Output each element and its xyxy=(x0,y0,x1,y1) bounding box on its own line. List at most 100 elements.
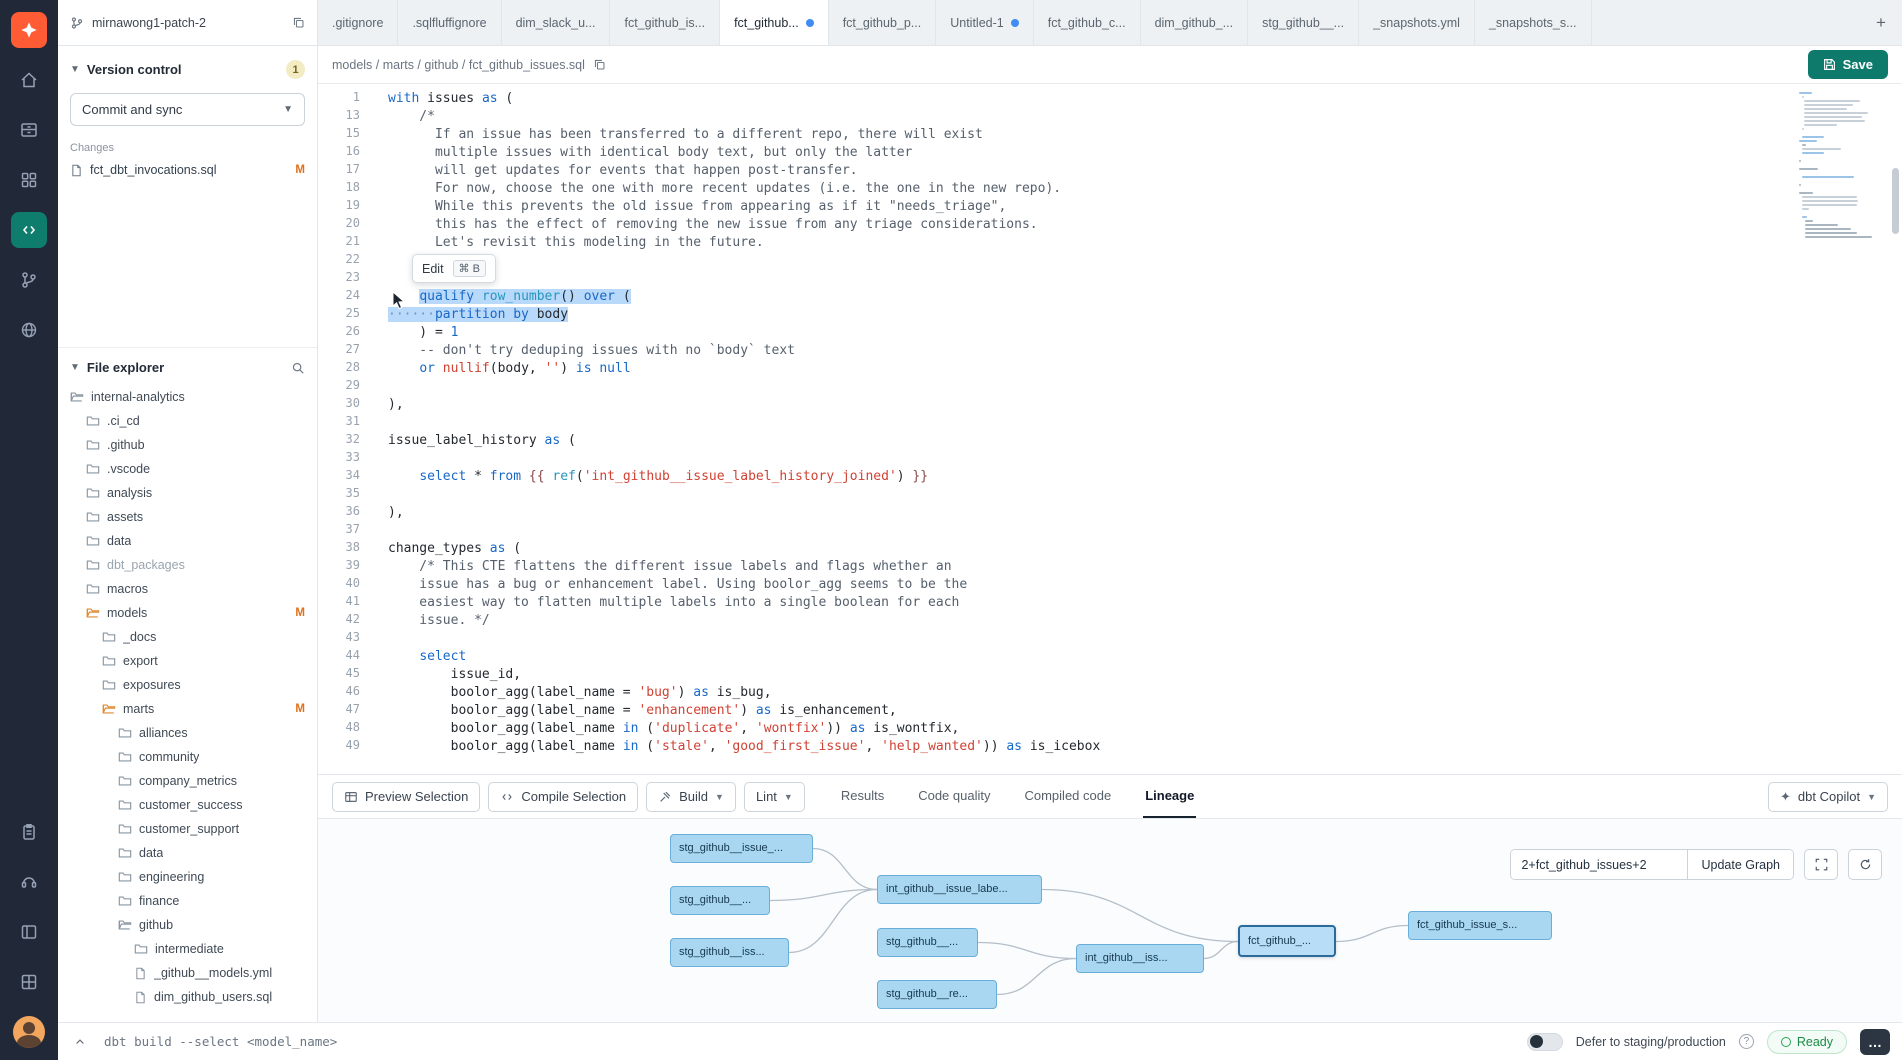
edit-context-popup[interactable]: Edit ⌘ B xyxy=(412,254,496,283)
refresh-button[interactable] xyxy=(1848,849,1882,880)
lineage-node[interactable]: int_github__iss... xyxy=(1076,944,1204,973)
file-tree-item[interactable]: _docs xyxy=(58,625,317,649)
file-tree-item[interactable]: github xyxy=(58,913,317,937)
code-line[interactable] xyxy=(388,450,1793,468)
code-line[interactable]: issue has a bug or enhancement label. Us… xyxy=(388,576,1793,594)
code-line[interactable]: /* This CTE flattens the different issue… xyxy=(388,558,1793,576)
code-line[interactable] xyxy=(388,270,1793,288)
editor-tab[interactable]: fct_github... xyxy=(720,0,829,45)
editor-tab[interactable]: _snapshots_s... xyxy=(1475,0,1592,45)
lineage-node[interactable]: stg_github__issue_... xyxy=(670,834,813,863)
lineage-node[interactable]: int_github__issue_labe... xyxy=(877,875,1042,904)
compile-selection-button[interactable]: Compile Selection xyxy=(488,782,638,812)
code-line[interactable] xyxy=(388,378,1793,396)
expand-command-bar-button[interactable] xyxy=(68,1030,92,1054)
file-tree-item[interactable]: assets xyxy=(58,505,317,529)
file-tree-item[interactable]: data xyxy=(58,841,317,865)
lint-button[interactable]: Lint ▼ xyxy=(744,782,805,812)
search-icon[interactable] xyxy=(291,361,305,375)
code-line[interactable]: this has the effect of removing the new … xyxy=(388,216,1793,234)
update-graph-button[interactable]: Update Graph xyxy=(1687,850,1793,879)
support-icon[interactable] xyxy=(11,864,47,900)
library-icon[interactable] xyxy=(11,964,47,1000)
result-tab-lineage[interactable]: Lineage xyxy=(1143,775,1196,818)
code-line[interactable]: issue_id, xyxy=(388,666,1793,684)
code-line[interactable]: ) = 1 xyxy=(388,324,1793,342)
code-line[interactable]: While this prevents the old issue from a… xyxy=(388,198,1793,216)
code-line[interactable] xyxy=(388,522,1793,540)
editor-tab[interactable]: dim_slack_u... xyxy=(502,0,611,45)
file-tree-item[interactable]: finance xyxy=(58,889,317,913)
file-tree-item[interactable]: macros xyxy=(58,577,317,601)
lineage-node[interactable]: fct_github_issue_s... xyxy=(1408,911,1552,940)
lineage-node[interactable]: fct_github_... xyxy=(1238,925,1336,957)
code-line[interactable]: ······partition by body xyxy=(388,306,1793,324)
build-button[interactable]: Build ▼ xyxy=(646,782,736,812)
editor-minimap[interactable] xyxy=(1793,84,1889,774)
dbt-logo[interactable] xyxy=(11,12,47,48)
file-tree-item[interactable]: .github xyxy=(58,433,317,457)
apps-icon[interactable] xyxy=(11,162,47,198)
file-tree-item[interactable]: customer_success xyxy=(58,793,317,817)
file-tree-item[interactable]: data xyxy=(58,529,317,553)
preview-selection-button[interactable]: Preview Selection xyxy=(332,782,480,812)
notes-icon[interactable] xyxy=(11,814,47,850)
code-line[interactable]: or nullif(body, '') is null xyxy=(388,360,1793,378)
file-tree-item[interactable]: martsM xyxy=(58,697,317,721)
scrollbar-thumb[interactable] xyxy=(1892,168,1899,234)
code-line[interactable]: will get updates for events that happen … xyxy=(388,162,1793,180)
editor-tab[interactable]: Untitled-1 xyxy=(936,0,1034,45)
globe-icon[interactable] xyxy=(11,312,47,348)
user-avatar[interactable] xyxy=(11,1014,47,1050)
code-line[interactable] xyxy=(388,414,1793,432)
editor-tab[interactable]: fct_github_is... xyxy=(610,0,720,45)
editor-tab[interactable]: .sqlfluffignore xyxy=(398,0,501,45)
editor-tab[interactable]: .gitignore xyxy=(318,0,398,45)
status-ready-badge[interactable]: Ready xyxy=(1767,1030,1847,1054)
code-line[interactable] xyxy=(388,486,1793,504)
dbt-command-text[interactable]: dbt build --select <model_name> xyxy=(104,1034,337,1049)
code-line[interactable]: For now, choose the one with more recent… xyxy=(388,180,1793,198)
result-tab-code-quality[interactable]: Code quality xyxy=(916,775,992,818)
file-tree-item[interactable]: community xyxy=(58,745,317,769)
code-line[interactable] xyxy=(388,630,1793,648)
code-line[interactable]: /* xyxy=(388,108,1793,126)
editor-tab[interactable]: dim_github_... xyxy=(1141,0,1249,45)
file-tree-item[interactable]: customer_support xyxy=(58,817,317,841)
file-tree-item[interactable]: company_metrics xyxy=(58,769,317,793)
file-tree-item[interactable]: export xyxy=(58,649,317,673)
develop-icon[interactable] xyxy=(11,212,47,248)
code-line[interactable]: If an issue has been transferred to a di… xyxy=(388,126,1793,144)
code-line[interactable]: qualify row_number() over ( xyxy=(388,288,1793,306)
layout-icon[interactable] xyxy=(11,914,47,950)
editor-tab[interactable]: fct_github_c... xyxy=(1034,0,1141,45)
editor-scrollbar[interactable] xyxy=(1889,84,1902,774)
file-tree-item[interactable]: dbt_packages xyxy=(58,553,317,577)
overflow-menu-button[interactable]: … xyxy=(1860,1029,1890,1055)
editor-tab[interactable]: stg_github__... xyxy=(1248,0,1359,45)
lineage-node[interactable]: stg_github__... xyxy=(670,886,770,915)
code-line[interactable]: change_types as ( xyxy=(388,540,1793,558)
file-tree-item[interactable]: _github__models.yml xyxy=(58,961,317,985)
code-line[interactable]: boolor_agg(label_name in ('duplicate', '… xyxy=(388,720,1793,738)
defer-toggle[interactable] xyxy=(1527,1033,1563,1051)
code-line[interactable]: select * from {{ ref('int_github__issue_… xyxy=(388,468,1793,486)
home-icon[interactable] xyxy=(11,62,47,98)
file-tree-item[interactable]: dim_github_users.sql xyxy=(58,985,317,1009)
lineage-node[interactable]: stg_github__... xyxy=(877,928,978,957)
code-line[interactable]: boolor_agg(label_name in ('stale', 'good… xyxy=(388,738,1793,756)
code-editor[interactable]: 1131516171819202122232425262728293031323… xyxy=(318,84,1902,774)
code-line[interactable]: Let's revisit this modeling in the futur… xyxy=(388,234,1793,252)
branch-header[interactable]: mirnawong1-patch-2 xyxy=(58,0,318,45)
code-line[interactable]: multiple issues with identical body text… xyxy=(388,144,1793,162)
result-tab-compiled-code[interactable]: Compiled code xyxy=(1022,775,1113,818)
code-line[interactable]: -- don't try deduping issues with no `bo… xyxy=(388,342,1793,360)
file-tree-item[interactable]: exposures xyxy=(58,673,317,697)
code-line[interactable]: */ xyxy=(388,252,1793,270)
code-line[interactable]: ), xyxy=(388,396,1793,414)
file-tree-item[interactable]: internal-analytics xyxy=(58,385,317,409)
editor-tab[interactable]: _snapshots.yml xyxy=(1359,0,1475,45)
code-line[interactable]: issue_label_history as ( xyxy=(388,432,1793,450)
file-tree-item[interactable]: engineering xyxy=(58,865,317,889)
code-line[interactable]: with issues as ( xyxy=(388,90,1793,108)
